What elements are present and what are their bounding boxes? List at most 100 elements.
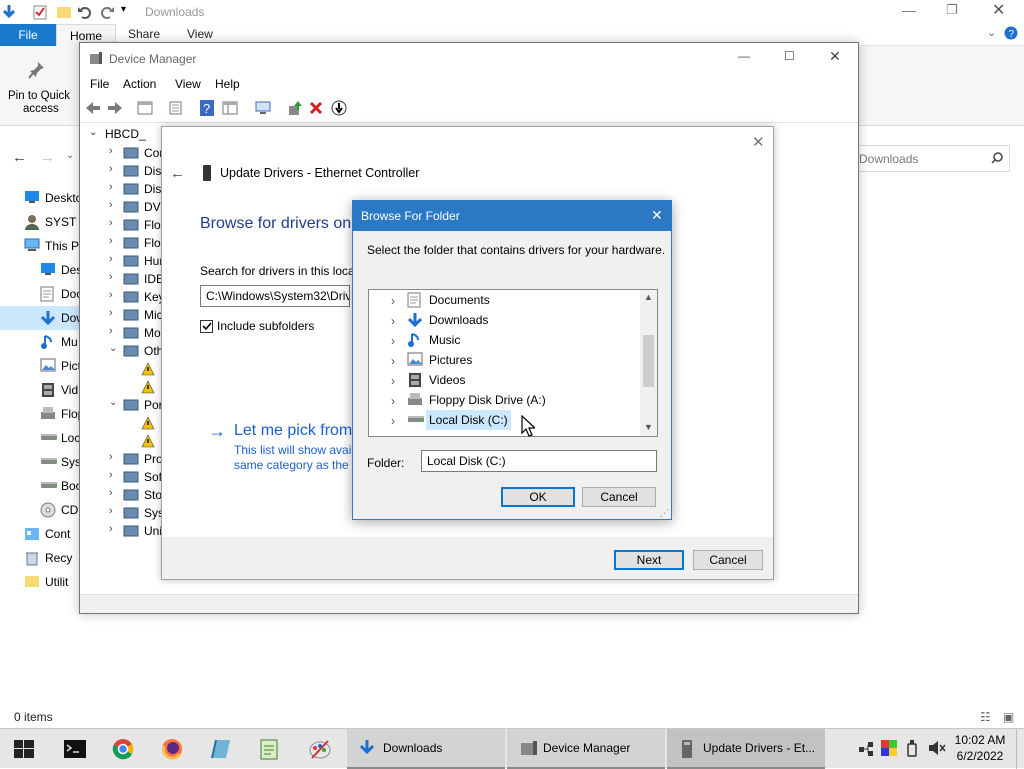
- color-picker-icon[interactable]: [881, 740, 897, 756]
- back-arrow-icon[interactable]: ←: [12, 149, 27, 166]
- nav-item[interactable]: This P: [0, 234, 80, 258]
- chevron-right-icon[interactable]: ›: [391, 334, 395, 348]
- chevron-right-icon[interactable]: ›: [391, 354, 395, 368]
- tab-file[interactable]: File: [0, 24, 56, 46]
- nav-item[interactable]: CD: [0, 498, 80, 522]
- maximize-icon[interactable]: ❐: [946, 2, 958, 18]
- scroll-up-icon[interactable]: ▲: [644, 292, 653, 302]
- device-category[interactable]: › Uni: [81, 522, 161, 540]
- device-category[interactable]: › Hur: [81, 252, 161, 270]
- chevron-down-icon[interactable]: ⌄: [987, 26, 996, 39]
- chevron-right-icon[interactable]: ›: [109, 523, 113, 535]
- chevron-right-icon[interactable]: ›: [391, 294, 395, 308]
- help-icon[interactable]: ?: [1004, 26, 1018, 40]
- device-category[interactable]: [81, 378, 161, 396]
- device-category[interactable]: › Disp: [81, 180, 161, 198]
- minimize-icon[interactable]: —: [738, 49, 750, 63]
- search-input[interactable]: Downloads: [858, 145, 1010, 172]
- redo-icon[interactable]: [99, 4, 115, 20]
- device-category[interactable]: › Pro: [81, 450, 161, 468]
- nav-item[interactable]: Sys: [0, 450, 80, 474]
- forward-arrow-icon[interactable]: [107, 101, 123, 115]
- folder-tree[interactable]: ▲ ▼ › Documents › Downloads › Music › Pictures ›…: [368, 289, 658, 437]
- start-button[interactable]: [0, 729, 48, 769]
- chrome-taskbar-button[interactable]: [99, 729, 147, 769]
- checkbox-checked-icon[interactable]: [200, 320, 213, 334]
- folder-tree-item[interactable]: › Local Disk (C:): [369, 410, 639, 430]
- folder-tree-item[interactable]: › Videos: [369, 370, 639, 390]
- details-view-icon[interactable]: ☷: [980, 710, 991, 724]
- update-driver-icon[interactable]: [287, 100, 303, 116]
- device-category[interactable]: [81, 432, 161, 450]
- nav-item[interactable]: Loc: [0, 426, 80, 450]
- tab-view[interactable]: View: [187, 27, 213, 41]
- menu-file[interactable]: File: [90, 77, 109, 91]
- pin-label[interactable]: Pin to Quick: [8, 90, 70, 102]
- taskbar-app-button[interactable]: Device Manager: [507, 729, 665, 769]
- chevron-right-icon[interactable]: ›: [109, 451, 113, 463]
- device-category[interactable]: ⌄ Oth: [81, 342, 161, 360]
- new-folder-icon[interactable]: [56, 4, 72, 20]
- notebook-icon[interactable]: [210, 738, 232, 760]
- properties-icon[interactable]: [33, 4, 47, 20]
- help-icon[interactable]: ?: [200, 100, 214, 116]
- vertical-scrollbar[interactable]: ▲ ▼: [640, 290, 657, 436]
- folder-tree-item[interactable]: › Downloads: [369, 310, 639, 330]
- include-subfolders-checkbox[interactable]: Include subfolders: [200, 319, 314, 334]
- terminal-taskbar-button[interactable]: [50, 729, 98, 769]
- folder-tree-item[interactable]: › Music: [369, 330, 639, 350]
- nav-item[interactable]: Doc: [0, 282, 80, 306]
- folder-field[interactable]: Local Disk (C:): [421, 450, 657, 472]
- network-icon[interactable]: [858, 741, 874, 757]
- pin-icon[interactable]: [28, 60, 48, 80]
- device-category[interactable]: › Stor: [81, 486, 161, 504]
- command-prompt-icon[interactable]: [64, 740, 86, 758]
- menu-action[interactable]: Action: [123, 77, 156, 91]
- recent-locations-icon[interactable]: ⌄: [66, 150, 74, 161]
- scrollbar-thumb[interactable]: [643, 335, 654, 387]
- device-category[interactable]: › Mic: [81, 306, 161, 324]
- device-category[interactable]: › Soft: [81, 468, 161, 486]
- device-category[interactable]: › Cor: [81, 144, 161, 162]
- device-tree-root[interactable]: ⌄ HBCD_: [81, 126, 161, 144]
- forward-arrow-icon[interactable]: →: [40, 149, 55, 166]
- device-category[interactable]: › Key: [81, 288, 161, 306]
- minimize-icon[interactable]: —: [902, 2, 916, 18]
- next-button[interactable]: Next: [614, 550, 684, 570]
- cancel-button[interactable]: Cancel: [693, 550, 763, 570]
- device-category[interactable]: ⌄ Por: [81, 396, 161, 414]
- menu-view[interactable]: View: [175, 77, 201, 91]
- chevron-right-icon[interactable]: ›: [391, 314, 395, 328]
- chevron-right-icon[interactable]: ›: [109, 487, 113, 499]
- folder-tree-item[interactable]: › Documents: [369, 290, 639, 310]
- paint-taskbar-button[interactable]: [296, 729, 344, 769]
- resize-grip-icon[interactable]: ⋰: [660, 508, 669, 519]
- nav-item[interactable]: Boo: [0, 474, 80, 498]
- usb-drive-icon[interactable]: [906, 739, 918, 757]
- device-category[interactable]: › Syst: [81, 504, 161, 522]
- firefox-icon[interactable]: [161, 738, 183, 760]
- cancel-button[interactable]: Cancel: [582, 487, 656, 507]
- pin-label-2[interactable]: access: [23, 103, 59, 115]
- device-category[interactable]: [81, 360, 161, 378]
- paint-icon[interactable]: [308, 738, 332, 760]
- ok-button[interactable]: OK: [501, 487, 575, 507]
- disable-device-icon[interactable]: [331, 100, 347, 116]
- chevron-right-icon[interactable]: ›: [109, 235, 113, 247]
- chevron-right-icon[interactable]: ›: [109, 271, 113, 283]
- chevron-right-icon[interactable]: ›: [109, 199, 113, 211]
- chevron-right-icon[interactable]: ›: [391, 414, 395, 428]
- maximize-icon[interactable]: ☐: [784, 49, 795, 63]
- nav-item[interactable]: Deskto: [0, 186, 80, 210]
- view-icon[interactable]: [222, 101, 238, 115]
- nav-item[interactable]: Cont: [0, 522, 80, 546]
- back-arrow-icon[interactable]: ←: [170, 165, 185, 182]
- chevron-right-icon[interactable]: ›: [109, 217, 113, 229]
- chrome-icon[interactable]: [112, 738, 134, 760]
- chevron-right-icon[interactable]: ›: [109, 469, 113, 481]
- chevron-down-icon[interactable]: ⌄: [109, 397, 117, 408]
- close-icon[interactable]: ✕: [651, 207, 663, 224]
- device-category[interactable]: › DVD: [81, 198, 161, 216]
- close-icon[interactable]: ✕: [752, 133, 765, 151]
- chevron-right-icon[interactable]: ›: [109, 289, 113, 301]
